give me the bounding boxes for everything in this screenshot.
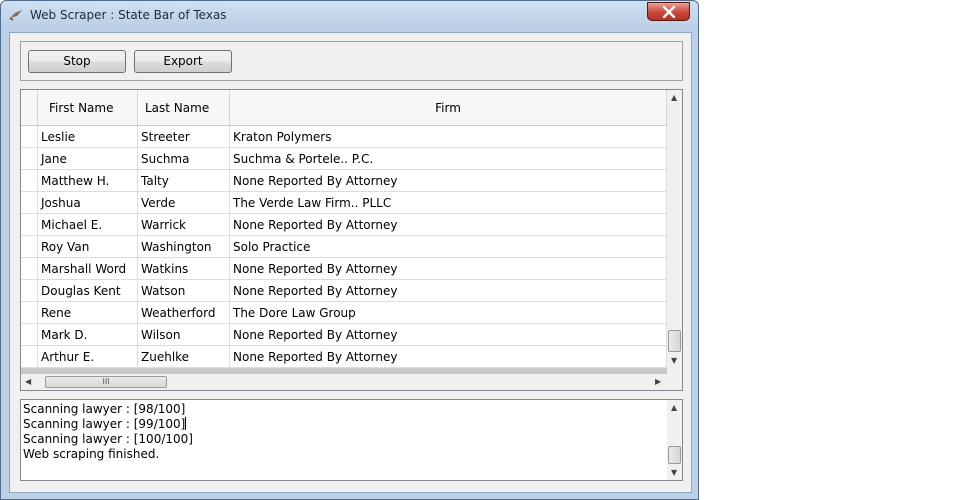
client-area: Stop Export First Name Last Name Firm Le… <box>9 32 692 493</box>
first-name-cell[interactable]: Joshua <box>38 192 138 213</box>
title-bar[interactable]: Web Scraper : State Bar of Texas <box>1 1 698 31</box>
grid-vertical-scroll-thumb[interactable] <box>668 330 681 352</box>
row-selector[interactable] <box>21 258 38 279</box>
log-line: Web scraping finished. <box>23 447 160 461</box>
table-row[interactable]: Jane Suchma Suchma & Portele.. P.C. <box>21 148 667 170</box>
scroll-right-icon[interactable]: ▶ <box>655 377 661 386</box>
log-line: Scanning lawyer : [100/100] <box>23 432 193 446</box>
row-selector[interactable] <box>21 192 38 213</box>
scroll-down-icon[interactable]: ▼ <box>671 356 677 365</box>
row-selector[interactable] <box>21 126 38 147</box>
last-name-cell[interactable]: Zuehlke <box>138 346 230 367</box>
log-output[interactable]: Scanning lawyer : [98/100] Scanning lawy… <box>20 399 683 481</box>
last-name-cell[interactable]: Talty <box>138 170 230 191</box>
table-row[interactable]: Douglas Kent Watson None Reported By Attor… <box>21 280 667 302</box>
firm-cell[interactable]: Suchma & Portele.. P.C. <box>230 148 667 169</box>
log-line: Scanning lawyer : [98/100] <box>23 402 186 416</box>
last-name-cell[interactable]: Washington <box>138 236 230 257</box>
column-header-last-name[interactable]: Last Name <box>138 90 230 125</box>
table-row[interactable]: Rene Weatherford The Dore Law Group <box>21 302 667 324</box>
first-name-cell[interactable]: Leslie <box>38 126 138 147</box>
last-name-cell[interactable]: Verde <box>138 192 230 213</box>
last-name-cell[interactable]: Weatherford <box>138 302 230 323</box>
firm-cell[interactable]: None Reported By Attorney <box>230 346 667 367</box>
last-name-cell[interactable]: Watson <box>138 280 230 301</box>
firm-cell[interactable]: None Reported By Attorney <box>230 170 667 191</box>
first-name-cell[interactable]: Marshall Word <box>38 258 138 279</box>
last-name-cell[interactable]: Watkins <box>138 258 230 279</box>
table-row[interactable]: Roy Van Washington Solo Practice <box>21 236 667 258</box>
row-selector[interactable] <box>21 148 38 169</box>
log-scroll-thumb[interactable] <box>668 446 681 464</box>
export-button[interactable]: Export <box>134 50 232 73</box>
firm-cell[interactable]: The Verde Law Firm.. PLLC <box>230 192 667 213</box>
app-icon <box>9 10 22 21</box>
row-selector[interactable] <box>21 170 38 191</box>
grid-vertical-scrollbar[interactable]: ▲ ▼ <box>667 90 682 368</box>
first-name-cell[interactable]: Mark D. <box>38 324 138 345</box>
firm-cell[interactable]: Kraton Polymers <box>230 126 667 147</box>
table-row[interactable]: Mark D. Wilson None Reported By Attorney <box>21 324 667 346</box>
firm-cell[interactable]: None Reported By Attorney <box>230 280 667 301</box>
grid-horizontal-scrollbar[interactable]: ◀ III ▶ <box>21 374 667 390</box>
grid-header: First Name Last Name Firm <box>21 90 667 126</box>
column-header-firm[interactable]: Firm <box>230 90 667 125</box>
table-row[interactable]: Arthur E. Zuehlke None Reported By Attorne… <box>21 346 667 368</box>
table-row[interactable]: Leslie Streeter Kraton Polymers <box>21 126 667 148</box>
table-row[interactable]: Marshall Word Watkins None Reported By Att… <box>21 258 667 280</box>
grid-rows: Leslie Streeter Kraton Polymers Jane Suchma S… <box>21 126 667 368</box>
log-scroll-up-icon[interactable]: ▲ <box>671 403 677 412</box>
app-window: Web Scraper : State Bar of Texas Stop Ex… <box>0 0 699 500</box>
last-name-cell[interactable]: Suchma <box>138 148 230 169</box>
row-header-corner[interactable] <box>21 90 38 125</box>
grid-horizontal-scroll-thumb[interactable]: III <box>45 376 167 388</box>
row-selector[interactable] <box>21 346 38 367</box>
text-caret <box>185 417 187 430</box>
firm-cell[interactable]: The Dore Law Group <box>230 302 667 323</box>
log-vertical-scrollbar[interactable]: ▲ ▼ <box>667 400 682 480</box>
close-button[interactable] <box>647 2 690 21</box>
firm-cell[interactable]: Solo Practice <box>230 236 667 257</box>
firm-cell[interactable]: None Reported By Attorney <box>230 324 667 345</box>
first-name-cell[interactable]: Matthew H. <box>38 170 138 191</box>
scrollbar-corner <box>667 368 682 390</box>
row-selector[interactable] <box>21 302 38 323</box>
toolbar: Stop Export <box>20 41 683 81</box>
scroll-left-icon[interactable]: ◀ <box>25 377 31 386</box>
last-name-cell[interactable]: Streeter <box>138 126 230 147</box>
column-header-first-name[interactable]: First Name <box>38 90 138 125</box>
first-name-cell[interactable]: Douglas Kent <box>38 280 138 301</box>
log-text: Scanning lawyer : [98/100] Scanning lawy… <box>23 402 193 462</box>
results-grid[interactable]: First Name Last Name Firm Leslie Streeter… <box>20 89 683 391</box>
firm-cell[interactable]: None Reported By Attorney <box>230 214 667 235</box>
table-row[interactable]: Joshua Verde The Verde Law Firm.. PLLC <box>21 192 667 214</box>
row-selector[interactable] <box>21 236 38 257</box>
last-name-cell[interactable]: Warrick <box>138 214 230 235</box>
row-selector[interactable] <box>21 280 38 301</box>
last-name-cell[interactable]: Wilson <box>138 324 230 345</box>
firm-cell[interactable]: None Reported By Attorney <box>230 258 667 279</box>
row-selector[interactable] <box>21 324 38 345</box>
first-name-cell[interactable]: Rene <box>38 302 138 323</box>
close-icon <box>662 6 676 18</box>
stop-button[interactable]: Stop <box>28 50 126 73</box>
first-name-cell[interactable]: Jane <box>38 148 138 169</box>
scroll-up-icon[interactable]: ▲ <box>671 93 677 102</box>
row-selector[interactable] <box>21 214 38 235</box>
table-row[interactable]: Michael E. Warrick None Reported By Attorn… <box>21 214 667 236</box>
table-row[interactable]: Matthew H. Talty None Reported By Attorney <box>21 170 667 192</box>
first-name-cell[interactable]: Michael E. <box>38 214 138 235</box>
first-name-cell[interactable]: Roy Van <box>38 236 138 257</box>
first-name-cell[interactable]: Arthur E. <box>38 346 138 367</box>
window-title: Web Scraper : State Bar of Texas <box>30 8 227 22</box>
log-scroll-down-icon[interactable]: ▼ <box>671 468 677 477</box>
log-line: Scanning lawyer : [99/100] <box>23 417 187 431</box>
